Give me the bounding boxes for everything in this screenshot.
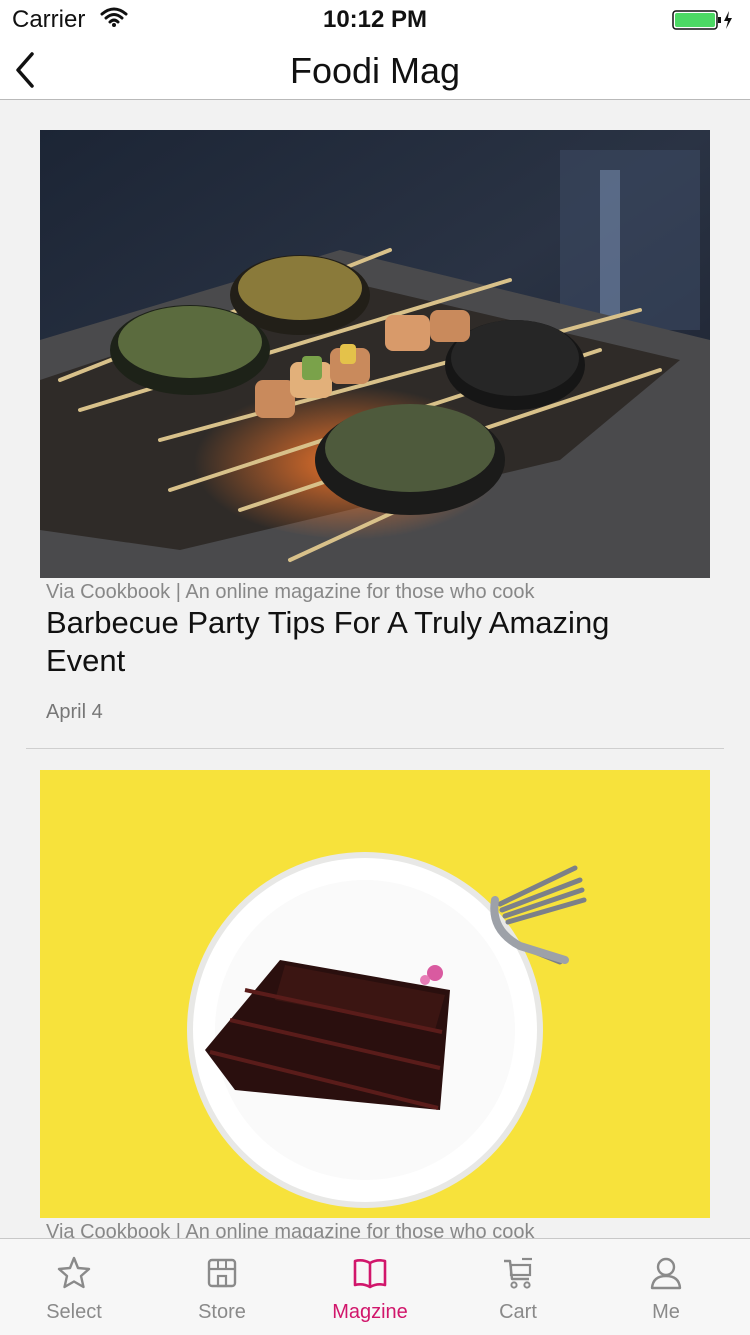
- article-card[interactable]: Via Cookbook | An online magazine for th…: [4, 130, 746, 723]
- tab-store[interactable]: Store: [148, 1239, 296, 1335]
- article-feed[interactable]: Via Cookbook | An online magazine for th…: [4, 100, 746, 1238]
- navigation-bar: Foodi Mag: [0, 40, 750, 100]
- cart-icon: [504, 1257, 532, 1289]
- article-date: April 4: [46, 701, 103, 723]
- tab-cart[interactable]: Cart: [444, 1239, 592, 1335]
- article-source: Via Cookbook | An online magazine for th…: [46, 1221, 535, 1238]
- tab-label: Cart: [499, 1301, 537, 1323]
- status-bar: Carrier 10:12 PM: [0, 0, 750, 40]
- tab-label: Store: [198, 1301, 246, 1323]
- article-title[interactable]: Barbecue Party Tips For A Truly Amazing …: [46, 604, 686, 680]
- tab-label: Select: [46, 1301, 102, 1323]
- article-source: Via Cookbook | An online magazine for th…: [46, 581, 535, 603]
- tab-label: Me: [652, 1301, 680, 1323]
- status-time: 10:12 PM: [322, 6, 428, 33]
- battery-icon: [672, 9, 734, 36]
- page-title: Foodi Mag: [289, 50, 461, 91]
- divider: [26, 748, 724, 749]
- store-icon: [207, 1258, 237, 1288]
- tab-label: Magzine: [332, 1301, 408, 1323]
- tab-me[interactable]: Me: [592, 1239, 740, 1335]
- person-icon: [650, 1257, 682, 1290]
- star-icon: [57, 1256, 91, 1289]
- book-icon: [353, 1259, 387, 1289]
- tab-select[interactable]: Select: [0, 1239, 148, 1335]
- article-image-barbecue[interactable]: [40, 130, 710, 578]
- tab-magazine[interactable]: Magzine: [296, 1239, 444, 1335]
- tab-bar: Select Store Magzine Cart Me: [0, 1238, 750, 1335]
- article-image-cake[interactable]: [40, 770, 710, 1218]
- article-card[interactable]: Via Cookbook | An online magazine for th…: [4, 770, 746, 1238]
